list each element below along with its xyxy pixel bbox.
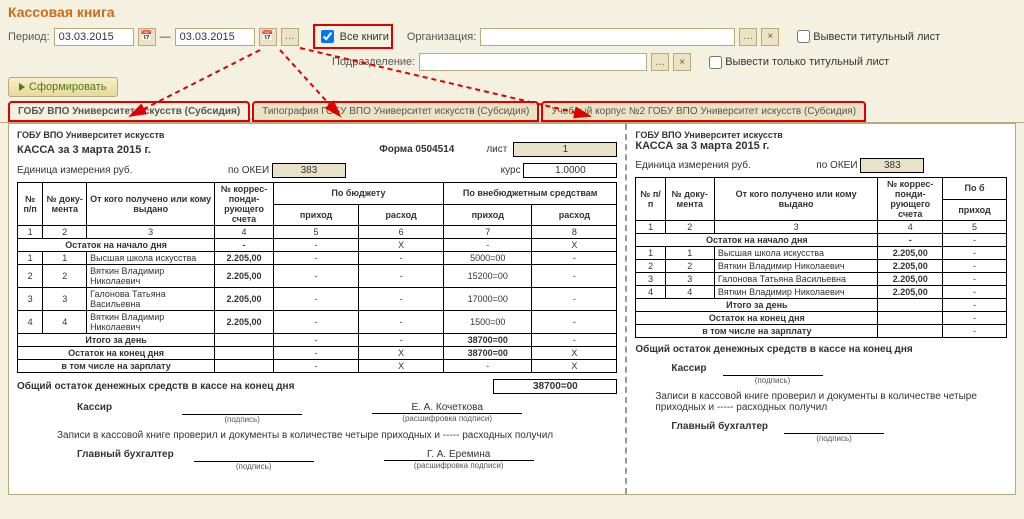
sheet-org: ГОБУ ВПО Университет искусств <box>17 130 617 140</box>
date-from-input[interactable]: 03.03.2015 <box>54 28 134 46</box>
page-title: Кассовая книга <box>0 0 1024 22</box>
accountant-label: Главный бухгалтер <box>77 449 174 471</box>
sheet2-cash-date: КАССА за 3 марта 2015 г. <box>635 140 1007 152</box>
chk-only-title[interactable]: Вывести только титульный лист <box>709 56 889 69</box>
list-number: 1 <box>513 142 617 157</box>
kurs-value: 1.0000 <box>523 163 617 178</box>
all-books-label: Все книги <box>340 31 389 43</box>
tab-1[interactable]: Типография ГОБУ ВПО Университет искусств… <box>252 101 539 122</box>
check-text: Записи в кассовой книге проверил и докум… <box>17 430 617 441</box>
subdiv-select-icon[interactable]: … <box>651 53 669 71</box>
grand-total-value: 38700=00 <box>493 379 617 394</box>
tabs: ГОБУ ВПО Университет искусств (Субсидия)… <box>0 101 1024 123</box>
cash-date: КАССА за 3 марта 2015 г. <box>17 144 151 156</box>
org-clear-icon[interactable]: × <box>761 28 779 46</box>
calendar-icon[interactable]: 📅 <box>259 28 277 46</box>
period-select-icon[interactable]: … <box>281 28 299 46</box>
subdiv-label: Подразделение: <box>332 56 415 68</box>
unit-label: Единица измерения руб. <box>17 165 132 176</box>
org-input[interactable] <box>480 28 735 46</box>
run-icon <box>19 83 25 91</box>
all-books-checkbox[interactable] <box>321 30 334 43</box>
cashier-name: Е. А. Кочеткова <box>372 402 522 414</box>
sheet2-org: ГОБУ ВПО Университет искусств <box>635 130 1007 140</box>
org-label: Организация: <box>407 31 476 43</box>
cashier-label: Кассир <box>77 402 112 424</box>
grand-total-label: Общий остаток денежных средств в кассе н… <box>17 381 294 392</box>
chk-title[interactable]: Вывести титульный лист <box>797 30 940 43</box>
accountant-name: Г. А. Еремина <box>384 449 534 461</box>
okei-label: по ОКЕИ <box>228 165 269 176</box>
kurs-label: курс <box>501 165 521 176</box>
list-label: лист <box>486 144 507 155</box>
form-number-label: Форма 0504514 <box>379 144 454 155</box>
calendar-icon[interactable]: 📅 <box>138 28 156 46</box>
all-books-highlight: Все книги <box>313 24 393 49</box>
tab-0[interactable]: ГОБУ ВПО Университет искусств (Субсидия) <box>8 101 250 122</box>
tab-2[interactable]: Учебный корпус №2 ГОБУ ВПО Университет и… <box>541 101 866 122</box>
period-label: Период: <box>8 31 50 43</box>
org-select-icon[interactable]: … <box>739 28 757 46</box>
okei-value: 383 <box>272 163 346 178</box>
date-to-input[interactable]: 03.03.2015 <box>175 28 255 46</box>
content-area: ГОБУ ВПО Университет искусств КАССА за 3… <box>8 123 1016 495</box>
subdiv-input[interactable] <box>419 53 647 71</box>
subdiv-clear-icon[interactable]: × <box>673 53 691 71</box>
form-button[interactable]: Сформировать <box>8 77 118 97</box>
